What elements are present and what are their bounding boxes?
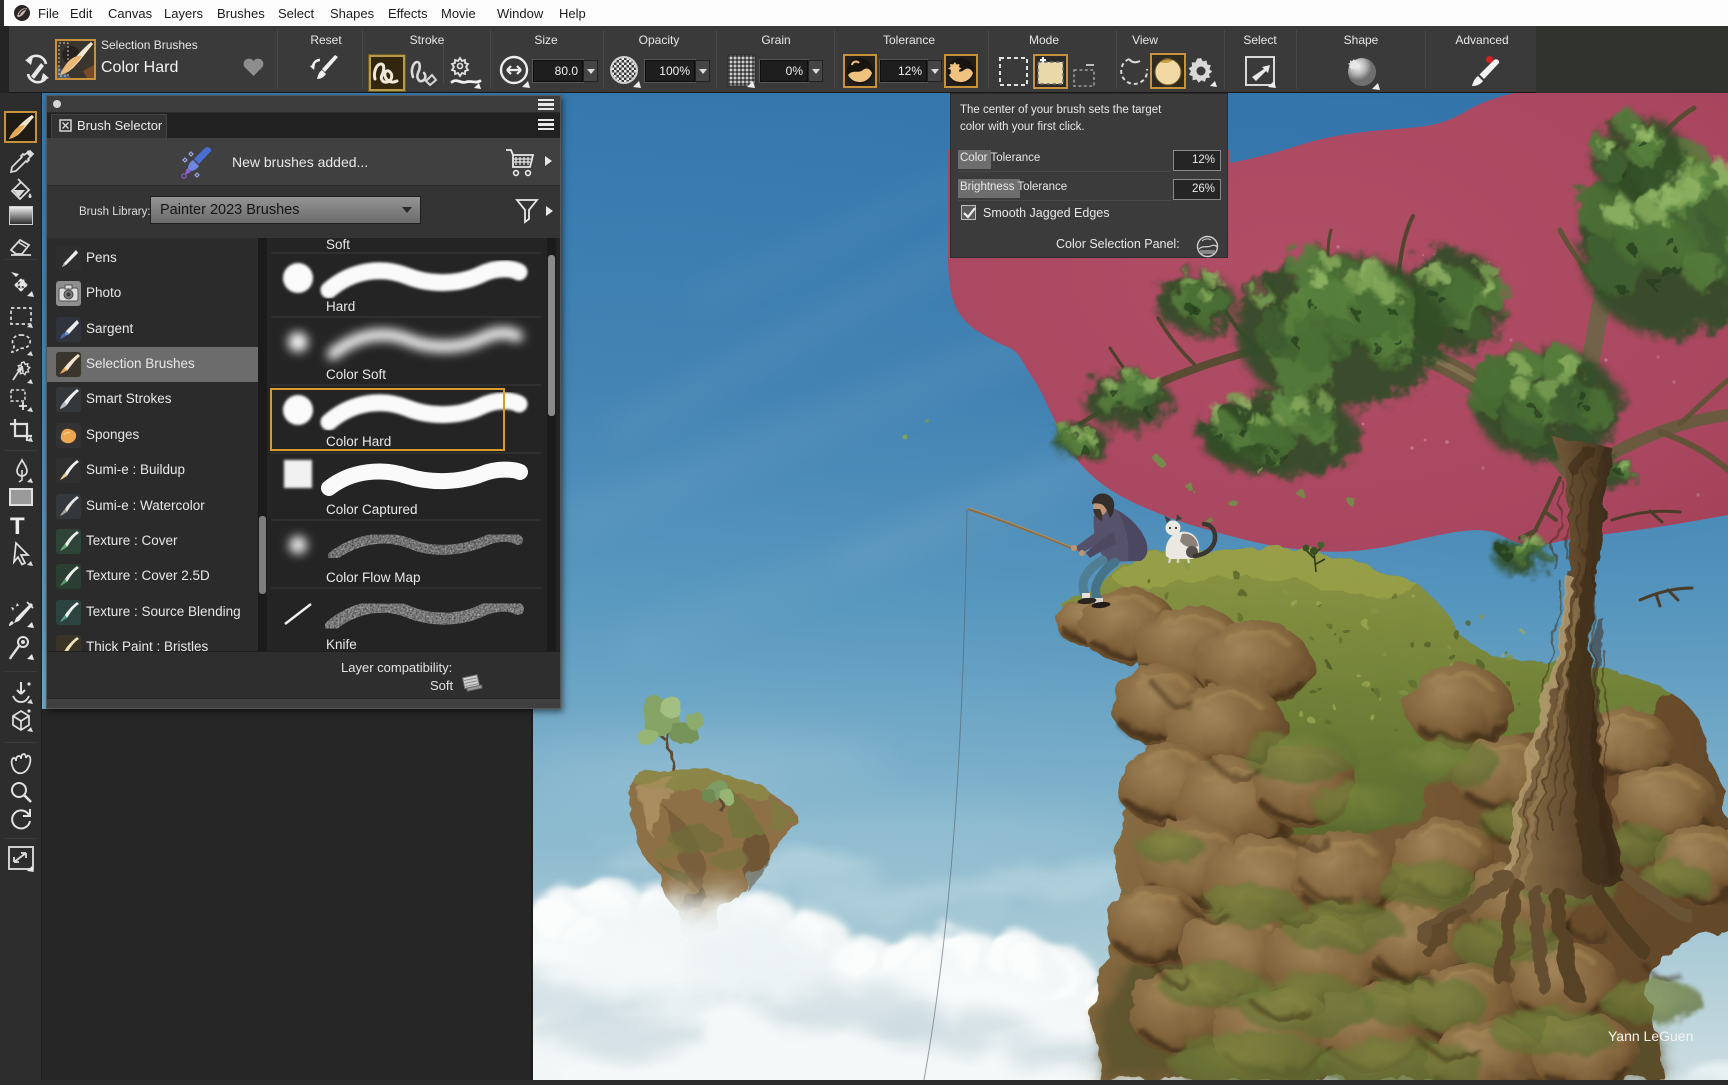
svg-text:Color Soft: Color Soft <box>326 367 386 382</box>
svg-text:Color Hard: Color Hard <box>326 434 391 449</box>
svg-text:Color Flow Map: Color Flow Map <box>326 570 421 585</box>
svg-text:Yann LeGuen: Yann LeGuen <box>1608 1028 1693 1044</box>
svg-text:Soft: Soft <box>326 238 350 252</box>
svg-text:Color Captured: Color Captured <box>326 502 418 517</box>
svg-text:Knife: Knife <box>326 637 357 651</box>
svg-text:Hard: Hard <box>326 299 355 314</box>
